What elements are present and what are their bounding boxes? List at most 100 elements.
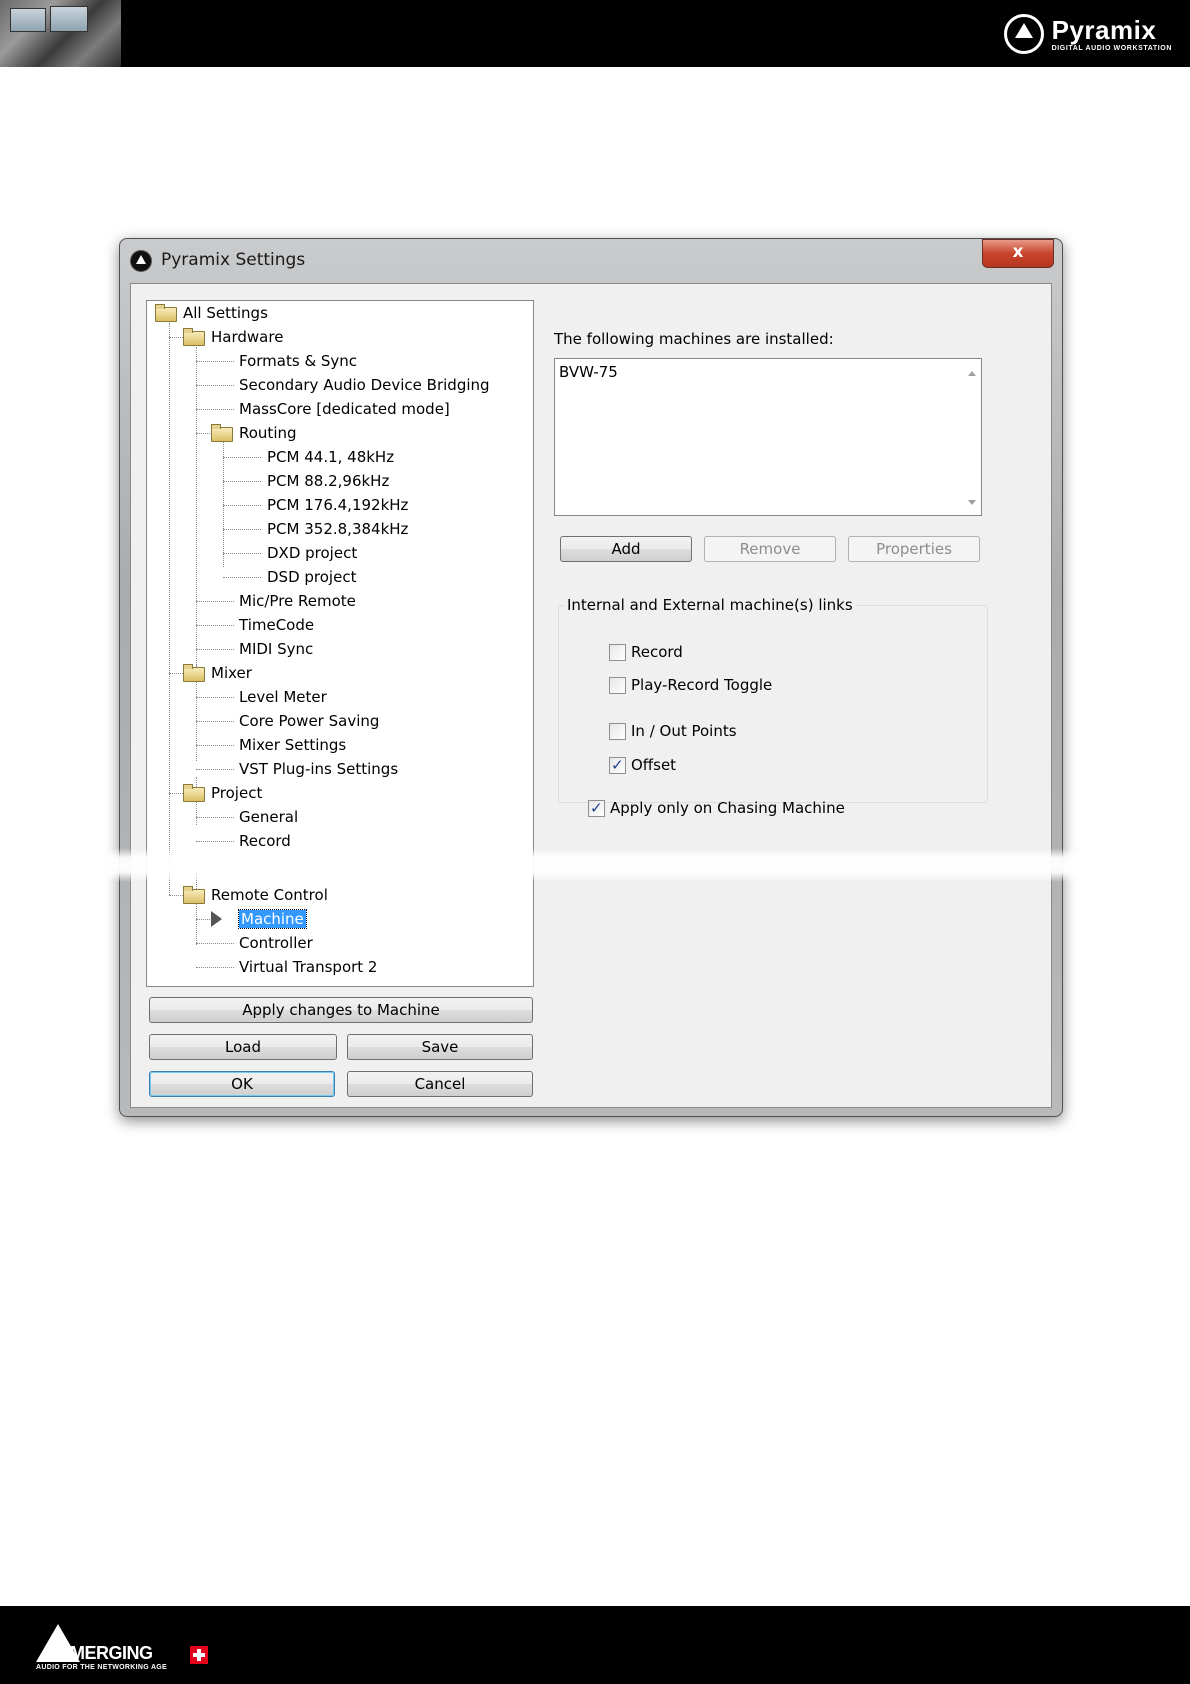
machine-links-group-title: Internal and External machine(s) links bbox=[564, 596, 856, 614]
swiss-cross-icon bbox=[190, 1646, 208, 1664]
tree-connector bbox=[196, 967, 234, 968]
tree-connector bbox=[196, 347, 197, 665]
brand-tagline: DIGITAL AUDIO WORKSTATION bbox=[1051, 44, 1172, 52]
image-tear-overlay bbox=[105, 848, 1085, 882]
tree-item-pcm-176[interactable]: PCM 176.4,192kHz bbox=[267, 494, 408, 516]
list-scrollbar[interactable] bbox=[964, 359, 981, 515]
tree-item-midi-sync[interactable]: MIDI Sync bbox=[239, 638, 313, 660]
add-button[interactable]: Add bbox=[560, 536, 692, 562]
tree-item-virtual-transport[interactable]: Virtual Transport 2 bbox=[239, 956, 377, 978]
tree-connector bbox=[196, 817, 234, 818]
offset-checkbox[interactable] bbox=[609, 755, 626, 775]
tree-connector bbox=[196, 769, 234, 770]
tree-item-pcm-88[interactable]: PCM 88.2,96kHz bbox=[267, 470, 389, 492]
tree-item-secondary-bridging[interactable]: Secondary Audio Device Bridging bbox=[239, 374, 490, 396]
tree-connector bbox=[196, 745, 234, 746]
tree-connector bbox=[169, 337, 183, 338]
installed-machines-list[interactable]: BVW-75 bbox=[554, 358, 982, 516]
tree-connector bbox=[223, 429, 224, 567]
tree-connector bbox=[196, 841, 234, 842]
monitor-screen bbox=[10, 8, 46, 32]
tree-item-machine[interactable]: Machine bbox=[238, 908, 307, 930]
tree-item-controller[interactable]: Controller bbox=[239, 932, 313, 954]
dialog-client-area: All Settings Hardware Formats & Sync Sec… bbox=[130, 283, 1052, 1108]
tree-item-core-power[interactable]: Core Power Saving bbox=[239, 710, 379, 732]
tree-connector bbox=[196, 919, 210, 920]
scroll-up-arrow-icon[interactable] bbox=[968, 371, 976, 376]
folder-open-icon bbox=[211, 424, 233, 442]
remove-button[interactable]: Remove bbox=[704, 536, 836, 562]
tree-item-pcm-44[interactable]: PCM 44.1, 48kHz bbox=[267, 446, 394, 468]
tree-item-level-meter[interactable]: Level Meter bbox=[239, 686, 327, 708]
tree-node-label: Hardware bbox=[211, 328, 284, 346]
play-record-toggle-label: Play-Record Toggle bbox=[631, 676, 773, 694]
folder-open-icon bbox=[183, 886, 205, 904]
in-out-points-label: In / Out Points bbox=[631, 722, 737, 740]
tree-connector bbox=[196, 697, 234, 698]
settings-tree[interactable]: All Settings Hardware Formats & Sync Sec… bbox=[146, 300, 534, 987]
tree-item-mic-pre[interactable]: Mic/Pre Remote bbox=[239, 590, 356, 612]
header-band: Pyramix DIGITAL AUDIO WORKSTATION bbox=[0, 0, 1190, 67]
tree-node-label: Mixer bbox=[211, 664, 252, 682]
load-button[interactable]: Load bbox=[149, 1034, 337, 1060]
tree-item-vst[interactable]: VST Plug-ins Settings bbox=[239, 758, 398, 780]
tree-connector bbox=[196, 361, 234, 362]
brand-name: Pyramix bbox=[1051, 14, 1157, 45]
settings-window: Pyramix Settings x All Settings Hardware… bbox=[119, 238, 1063, 1117]
tree-connector bbox=[196, 873, 197, 945]
scroll-down-arrow-icon[interactable] bbox=[968, 500, 976, 505]
tree-connector bbox=[196, 433, 210, 434]
save-button[interactable]: Save bbox=[347, 1034, 533, 1060]
tree-item-masscore[interactable]: MassCore [dedicated mode] bbox=[239, 398, 450, 420]
tree-connector bbox=[196, 385, 234, 386]
tree-item-label-selected: Machine bbox=[238, 909, 307, 929]
tree-connector bbox=[196, 943, 234, 944]
tree-item-mixer-settings[interactable]: Mixer Settings bbox=[239, 734, 346, 756]
monitor-screen bbox=[50, 6, 88, 32]
folder-open-icon bbox=[183, 664, 205, 682]
tree-connector bbox=[223, 481, 261, 482]
apply-changes-button[interactable]: Apply changes to Machine bbox=[149, 997, 533, 1023]
tree-item-timecode[interactable]: TimeCode bbox=[239, 614, 314, 636]
folder-open-icon bbox=[183, 328, 205, 346]
tree-connector bbox=[196, 409, 234, 410]
tree-connector bbox=[169, 793, 183, 794]
merging-tagline: AUDIO FOR THE NETWORKING AGE bbox=[36, 1664, 168, 1671]
tree-connector bbox=[169, 673, 183, 674]
tree-node-label: Routing bbox=[239, 424, 297, 442]
in-out-points-checkbox[interactable] bbox=[609, 723, 626, 740]
pyramix-logo: Pyramix DIGITAL AUDIO WORKSTATION bbox=[1003, 12, 1172, 56]
title-bar[interactable]: Pyramix Settings x bbox=[120, 239, 1062, 281]
play-record-toggle-checkbox[interactable] bbox=[609, 677, 626, 694]
ok-button[interactable]: OK bbox=[149, 1071, 335, 1097]
current-arrow-icon bbox=[211, 911, 222, 927]
close-button[interactable]: x bbox=[982, 239, 1054, 268]
apply-chasing-checkbox[interactable] bbox=[588, 798, 605, 818]
tree-item-dxd[interactable]: DXD project bbox=[267, 542, 357, 564]
tree-connector bbox=[196, 601, 234, 602]
tree-node-label: Remote Control bbox=[211, 886, 328, 904]
folder-open-icon bbox=[183, 784, 205, 802]
pyramix-logo-icon bbox=[1003, 14, 1044, 54]
tree-connector bbox=[169, 323, 170, 895]
tree-connector bbox=[196, 649, 234, 650]
record-label: Record bbox=[631, 643, 683, 661]
tree-item-dsd[interactable]: DSD project bbox=[267, 566, 356, 588]
installed-machines-label: The following machines are installed: bbox=[554, 330, 834, 348]
tree-connector bbox=[223, 529, 261, 530]
tree-item-formats-sync[interactable]: Formats & Sync bbox=[239, 350, 357, 372]
tree-connector bbox=[196, 625, 234, 626]
properties-button[interactable]: Properties bbox=[848, 536, 980, 562]
app-icon bbox=[130, 250, 152, 272]
tree-node-label: Project bbox=[211, 784, 263, 802]
tree-connector bbox=[223, 577, 261, 578]
record-checkbox[interactable] bbox=[609, 644, 626, 661]
merging-brand-name: MERGING bbox=[70, 1643, 153, 1663]
cancel-button[interactable]: Cancel bbox=[347, 1071, 533, 1097]
tree-item-general[interactable]: General bbox=[239, 806, 298, 828]
tree-item-pcm-352[interactable]: PCM 352.8,384kHz bbox=[267, 518, 408, 540]
tree-connector bbox=[196, 721, 234, 722]
tree-connector bbox=[223, 457, 261, 458]
footer-band: MERGING AUDIO FOR THE NETWORKING AGE bbox=[0, 1606, 1190, 1684]
machine-list-item[interactable]: BVW-75 bbox=[559, 363, 618, 381]
